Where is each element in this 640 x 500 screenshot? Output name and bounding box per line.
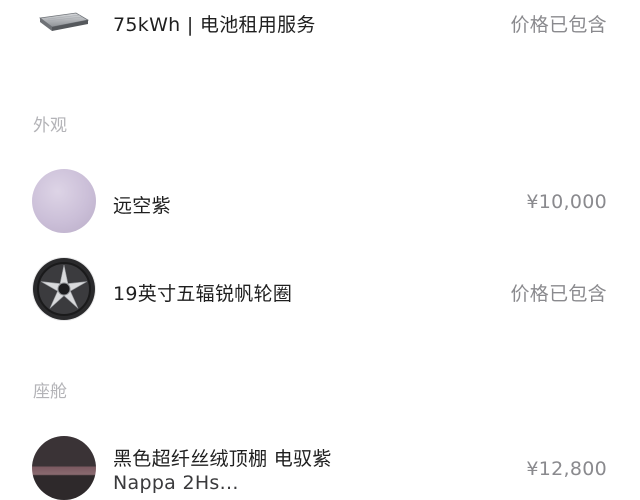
option-name: 75kWh | 电池租用服务 bbox=[113, 14, 316, 36]
wheel-icon bbox=[32, 257, 96, 321]
option-price: 价格已包含 bbox=[510, 283, 607, 305]
option-price: ¥12,800 bbox=[526, 458, 607, 480]
section-title-exterior: 外观 bbox=[33, 116, 67, 136]
option-row-interior[interactable]: 黑色超纤丝绒顶棚 电驭紫 Nappa 2Hs... ¥12,800 bbox=[0, 436, 640, 500]
option-name-line2: Nappa 2Hs... bbox=[113, 472, 239, 494]
option-name: 远空紫 bbox=[113, 195, 171, 217]
color-swatch bbox=[32, 169, 96, 233]
option-name-line1: 黑色超纤丝绒顶棚 电驭紫 bbox=[113, 448, 332, 470]
option-row-wheel[interactable]: 19英寸五辐锐帆轮圈 价格已包含 bbox=[0, 256, 640, 328]
option-price: ¥10,000 bbox=[526, 191, 607, 213]
option-row-battery[interactable]: 75kWh | 电池租用服务 价格已包含 bbox=[0, 0, 640, 48]
option-row-color[interactable]: 远空紫 ¥10,000 bbox=[0, 168, 640, 240]
battery-pack-icon bbox=[38, 12, 90, 31]
section-title-cabin: 座舱 bbox=[33, 382, 67, 402]
option-name: 19英寸五辐锐帆轮圈 bbox=[113, 283, 293, 305]
option-price: 价格已包含 bbox=[510, 14, 607, 36]
interior-thumbnail bbox=[32, 436, 96, 500]
